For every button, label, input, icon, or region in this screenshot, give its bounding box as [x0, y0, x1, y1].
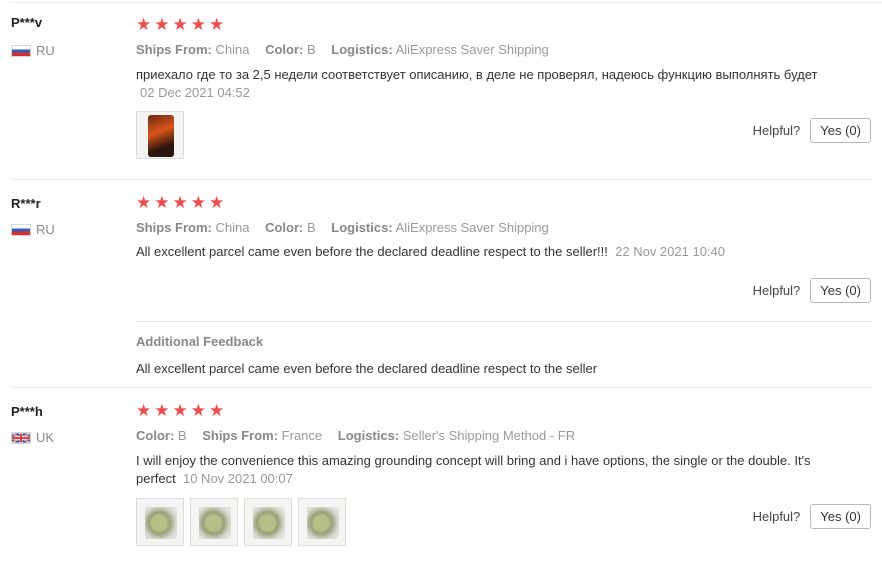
- meta-value: Seller's Shipping Method - FR: [402, 428, 576, 443]
- meta-key: Ships From:: [136, 220, 212, 235]
- meta-value: B: [177, 428, 187, 443]
- meta-value: B: [306, 42, 316, 57]
- star-rating: ★ ★ ★ ★ ★: [136, 195, 224, 212]
- russia-flag-icon: [11, 44, 31, 57]
- additional-feedback-title: Additional Feedback: [136, 334, 264, 349]
- additional-feedback-text: All excellent parcel came even before th…: [136, 361, 598, 376]
- review-photo-thumbnail[interactable]: [136, 498, 184, 546]
- review-meta: Color: B Ships From: France Logistics: S…: [136, 428, 575, 443]
- reviews-feed: P***v RU ★ ★ ★ ★ ★ Ships From: China Col…: [0, 0, 882, 563]
- meta-key: Ships From:: [202, 428, 279, 443]
- review-item: R***r RU ★ ★ ★ ★ ★ Ships From: China Col…: [0, 180, 882, 388]
- reviewer-country: UK: [11, 430, 54, 445]
- meta-value: AliExpress Saver Shipping: [395, 42, 549, 57]
- star-icon: ★: [209, 193, 225, 213]
- reviewer-name: P***v: [11, 15, 43, 30]
- reviewer-country: RU: [11, 222, 55, 237]
- review-meta: Ships From: China Color: B Logistics: Al…: [136, 220, 549, 235]
- star-icon: ★: [190, 193, 206, 213]
- helpful-yes-button[interactable]: Yes (0): [810, 278, 871, 303]
- star-icon: ★: [209, 15, 225, 35]
- russia-flag-icon: [11, 223, 31, 236]
- helpful-label: Helpful?: [752, 509, 801, 524]
- meta-key: Color:: [265, 42, 304, 57]
- review-photo-thumbnail[interactable]: [244, 498, 292, 546]
- country-code: RU: [36, 222, 55, 237]
- review-date: 10 Nov 2021 00:07: [182, 471, 293, 486]
- meta-value: AliExpress Saver Shipping: [395, 220, 549, 235]
- star-icon: ★: [209, 401, 225, 421]
- meta-key: Logistics:: [331, 220, 393, 235]
- review-text: All excellent parcel came even before th…: [136, 243, 866, 261]
- reviewer-name: P***h: [11, 404, 43, 419]
- meta-key: Logistics:: [331, 42, 393, 57]
- star-icon: ★: [154, 193, 170, 213]
- helpful-label: Helpful?: [752, 283, 801, 298]
- country-code: RU: [36, 43, 55, 58]
- meta-key: Color:: [136, 428, 175, 443]
- meta-value: China: [215, 42, 250, 57]
- review-item: P***h UK ★ ★ ★ ★ ★ Color: B Ships From:: [0, 388, 882, 563]
- star-icon: ★: [154, 401, 170, 421]
- review-text: приехало где то за 2,5 недели соответств…: [136, 66, 866, 102]
- star-icon: ★: [172, 15, 188, 35]
- star-icon: ★: [190, 15, 206, 35]
- star-icon: ★: [172, 193, 188, 213]
- star-icon: ★: [136, 193, 152, 213]
- meta-key: Logistics:: [337, 428, 400, 443]
- review-text: I will enjoy the convenience this amazin…: [136, 452, 851, 488]
- uk-flag-icon: [11, 431, 31, 444]
- helpful-yes-button[interactable]: Yes (0): [810, 118, 871, 143]
- reviewer-country: RU: [11, 43, 55, 58]
- review-date: 02 Dec 2021 04:52: [140, 85, 250, 100]
- helpful-yes-button[interactable]: Yes (0): [810, 504, 871, 529]
- star-icon: ★: [172, 401, 188, 421]
- review-item: P***v RU ★ ★ ★ ★ ★ Ships From: China Col…: [0, 0, 882, 180]
- star-rating: ★ ★ ★ ★ ★: [136, 403, 224, 420]
- reviewer-name: R***r: [11, 196, 41, 211]
- review-photo-thumbnail[interactable]: [136, 111, 184, 159]
- meta-key: Color:: [265, 220, 304, 235]
- meta-value: China: [215, 220, 250, 235]
- star-icon: ★: [136, 401, 152, 421]
- divider: [136, 321, 872, 322]
- helpful-control: Helpful? Yes (0): [753, 504, 871, 529]
- star-rating: ★ ★ ★ ★ ★: [136, 17, 224, 34]
- helpful-control: Helpful? Yes (0): [753, 118, 871, 143]
- helpful-control: Helpful? Yes (0): [753, 278, 871, 303]
- review-date: 22 Nov 2021 10:40: [615, 244, 725, 259]
- review-photo-thumbnail[interactable]: [190, 498, 238, 546]
- review-photo-thumbnail[interactable]: [298, 498, 346, 546]
- review-meta: Ships From: China Color: B Logistics: Al…: [136, 42, 549, 57]
- helpful-label: Helpful?: [752, 123, 801, 138]
- meta-value: B: [306, 220, 316, 235]
- review-photos: [136, 111, 184, 159]
- star-icon: ★: [136, 15, 152, 35]
- meta-key: Ships From:: [136, 42, 212, 57]
- review-photos: [136, 498, 346, 546]
- review-body: приехало где то за 2,5 недели соответств…: [136, 67, 818, 82]
- star-icon: ★: [190, 401, 206, 421]
- country-code: UK: [36, 430, 55, 445]
- star-icon: ★: [154, 15, 170, 35]
- review-body: All excellent parcel came even before th…: [136, 244, 608, 259]
- meta-value: France: [281, 428, 323, 443]
